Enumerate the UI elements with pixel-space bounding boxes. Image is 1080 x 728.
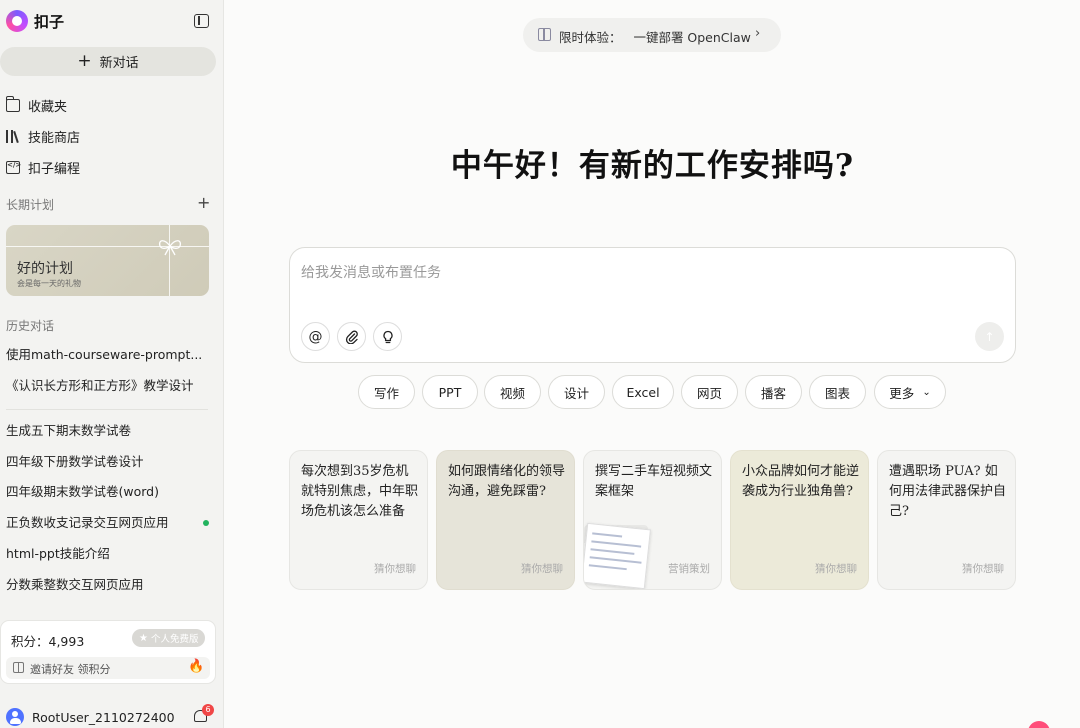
send-button[interactable]: ↑ <box>975 322 1004 351</box>
plans-section-label: 长期计划 <box>6 198 55 212</box>
suggestion-tag: 猜你想聊 <box>374 563 416 575</box>
suggestion-card[interactable]: 小众品牌如何才能逆袭成为行业独角兽? 猜你想聊 <box>730 450 869 590</box>
at-icon: @ <box>308 328 323 345</box>
brand-name: 扣子 <box>34 12 65 31</box>
history-section-label: 历史对话 <box>6 319 55 333</box>
history-divider <box>6 409 208 410</box>
sidebar-toggle-icon[interactable] <box>194 14 209 28</box>
folder-icon <box>5 95 20 112</box>
floating-assistant-button[interactable] <box>1028 721 1050 728</box>
suggestion-card[interactable]: 如何跟情绪化的领导沟通，避免踩雷? 猜你想聊 <box>436 450 575 590</box>
suggestion-text: 每次想到35岁危机就特别焦虑，中年职场危机该怎么准备 <box>301 464 419 519</box>
lightbulb-icon <box>382 330 393 343</box>
suggestion-card[interactable]: 每次想到35岁危机就特别焦虑，中年职场危机该怎么准备 猜你想聊 <box>289 450 428 590</box>
gift-icon <box>13 662 24 673</box>
sidebar: 扣子 + 新对话 收藏夹 技能商店 扣子编程 长期计划 + 好的计划 会是每一天… <box>0 0 224 728</box>
promo-banner[interactable]: 限时体验： 一键部署 OpenClaw › <box>523 18 781 52</box>
chip-excel[interactable]: Excel <box>612 375 674 409</box>
attach-button[interactable] <box>337 322 366 351</box>
suggestion-tag: 猜你想聊 <box>962 563 1004 575</box>
invite-label: 邀请好友 领积分 <box>30 663 111 676</box>
document-preview-icon <box>584 522 651 589</box>
suggestion-tag: 猜你想聊 <box>521 563 563 575</box>
promo-action: 一键部署 OpenClaw <box>633 30 751 45</box>
mention-button[interactable]: @ <box>301 322 330 351</box>
gift-icon <box>538 28 551 41</box>
bow-icon <box>158 240 182 256</box>
history-item[interactable]: 使用math-courseware-prompt... <box>6 345 216 365</box>
history-item[interactable]: 四年级下册数学试卷设计 <box>6 452 216 472</box>
plus-icon: + <box>77 51 92 71</box>
suggestion-text: 小众品牌如何才能逆袭成为行业独角兽? <box>742 464 860 499</box>
sidebar-item-favorites[interactable]: 收藏夹 <box>5 94 68 116</box>
promo-text: 限时体验： 一键部署 OpenClaw <box>559 27 751 46</box>
invite-friends-button[interactable]: 邀请好友 领积分 🔥 <box>6 657 210 679</box>
history-item[interactable]: 分数乘整数交互网页应用 <box>6 575 216 595</box>
suggestion-text: 遭遇职场 PUA? 如何用法律武器保护自己? <box>889 464 1007 519</box>
chip-design[interactable]: 设计 <box>548 375 605 409</box>
promo-label: 限时体验： <box>559 30 622 45</box>
sidebar-item-skill-store[interactable]: 技能商店 <box>6 125 80 147</box>
avatar <box>6 708 24 726</box>
chevron-down-icon: ⌄ <box>922 386 931 398</box>
points-card: 积分：4,993 ★ 个人免费版 邀请好友 领积分 🔥 <box>0 620 216 684</box>
history-item[interactable]: 四年级期末数学试卷(word) <box>6 482 216 502</box>
star-icon: ★ <box>139 632 148 644</box>
history-item[interactable]: 生成五下期末数学试卷 <box>6 421 216 441</box>
history-item[interactable]: 正负数收支记录交互网页应用 <box>6 513 196 533</box>
sidebar-item-label: 收藏夹 <box>28 99 68 115</box>
chip-writing[interactable]: 写作 <box>358 375 415 409</box>
fire-icon: 🔥 <box>188 659 205 674</box>
suggestion-card[interactable]: 撰写二手车短视频文案框架 营销策划 <box>583 450 722 590</box>
plan-card-title: 好的计划 <box>17 261 73 277</box>
notification-badge: 6 <box>202 704 214 716</box>
new-chat-button[interactable]: + 新对话 <box>0 47 216 76</box>
chip-video[interactable]: 视频 <box>484 375 541 409</box>
chip-webpage[interactable]: 网页 <box>681 375 738 409</box>
books-icon <box>6 129 20 143</box>
chip-more[interactable]: 更多 ⌄ <box>874 375 946 409</box>
code-file-icon <box>6 160 21 174</box>
brand-logo-icon <box>6 10 28 32</box>
suggestion-card[interactable]: 遭遇职场 PUA? 如何用法律武器保护自己? 猜你想聊 <box>877 450 1016 590</box>
sidebar-item-coze-coding[interactable]: 扣子编程 <box>6 156 80 178</box>
doc-line <box>591 540 642 548</box>
plan-card[interactable]: 好的计划 会是每一天的礼物 <box>6 225 209 296</box>
points-label: 积分：4,993 <box>11 634 85 649</box>
brand[interactable]: 扣子 <box>6 10 64 32</box>
chip-more-label: 更多 <box>889 385 915 401</box>
paperclip-icon <box>345 330 358 344</box>
page-title: 中午好！有新的工作安排吗? <box>450 148 855 184</box>
message-input[interactable] <box>301 262 981 284</box>
sidebar-item-label: 技能商店 <box>28 130 81 146</box>
sidebar-item-label: 扣子编程 <box>28 161 81 177</box>
arrow-up-icon: ↑ <box>984 329 995 344</box>
doc-line <box>592 532 623 538</box>
status-dot-icon <box>203 520 209 526</box>
suggestion-tag: 营销策划 <box>668 563 710 575</box>
chip-podcast[interactable]: 播客 <box>745 375 802 409</box>
plan-badge-label: 个人免费版 <box>150 634 199 645</box>
plan-badge[interactable]: ★ 个人免费版 <box>132 629 206 647</box>
doc-line <box>588 564 627 571</box>
doc-line <box>589 556 642 564</box>
doc-line <box>590 548 635 555</box>
inspiration-button[interactable] <box>373 322 402 351</box>
suggestion-text: 撰写二手车短视频文案框架 <box>595 464 713 499</box>
new-chat-label: 新对话 <box>99 56 139 71</box>
history-item[interactable]: html-ppt技能介绍 <box>6 544 216 564</box>
username: RootUser_2110272400 <box>32 709 175 725</box>
chip-chart[interactable]: 图表 <box>809 375 866 409</box>
user-profile[interactable]: RootUser_2110272400 <box>6 707 175 727</box>
plan-card-subtitle: 会是每一天的礼物 <box>17 279 81 288</box>
history-item[interactable]: 《认识长方形和正方形》教学设计 <box>6 376 216 396</box>
suggestion-text: 如何跟情绪化的领导沟通，避免踩雷? <box>448 464 566 499</box>
chat-composer: @ ↑ <box>289 247 1016 363</box>
suggestion-tag: 猜你想聊 <box>815 563 857 575</box>
chevron-right-icon: › <box>755 26 761 41</box>
add-plan-icon[interactable]: + <box>197 195 210 211</box>
chip-ppt[interactable]: PPT <box>422 375 478 409</box>
